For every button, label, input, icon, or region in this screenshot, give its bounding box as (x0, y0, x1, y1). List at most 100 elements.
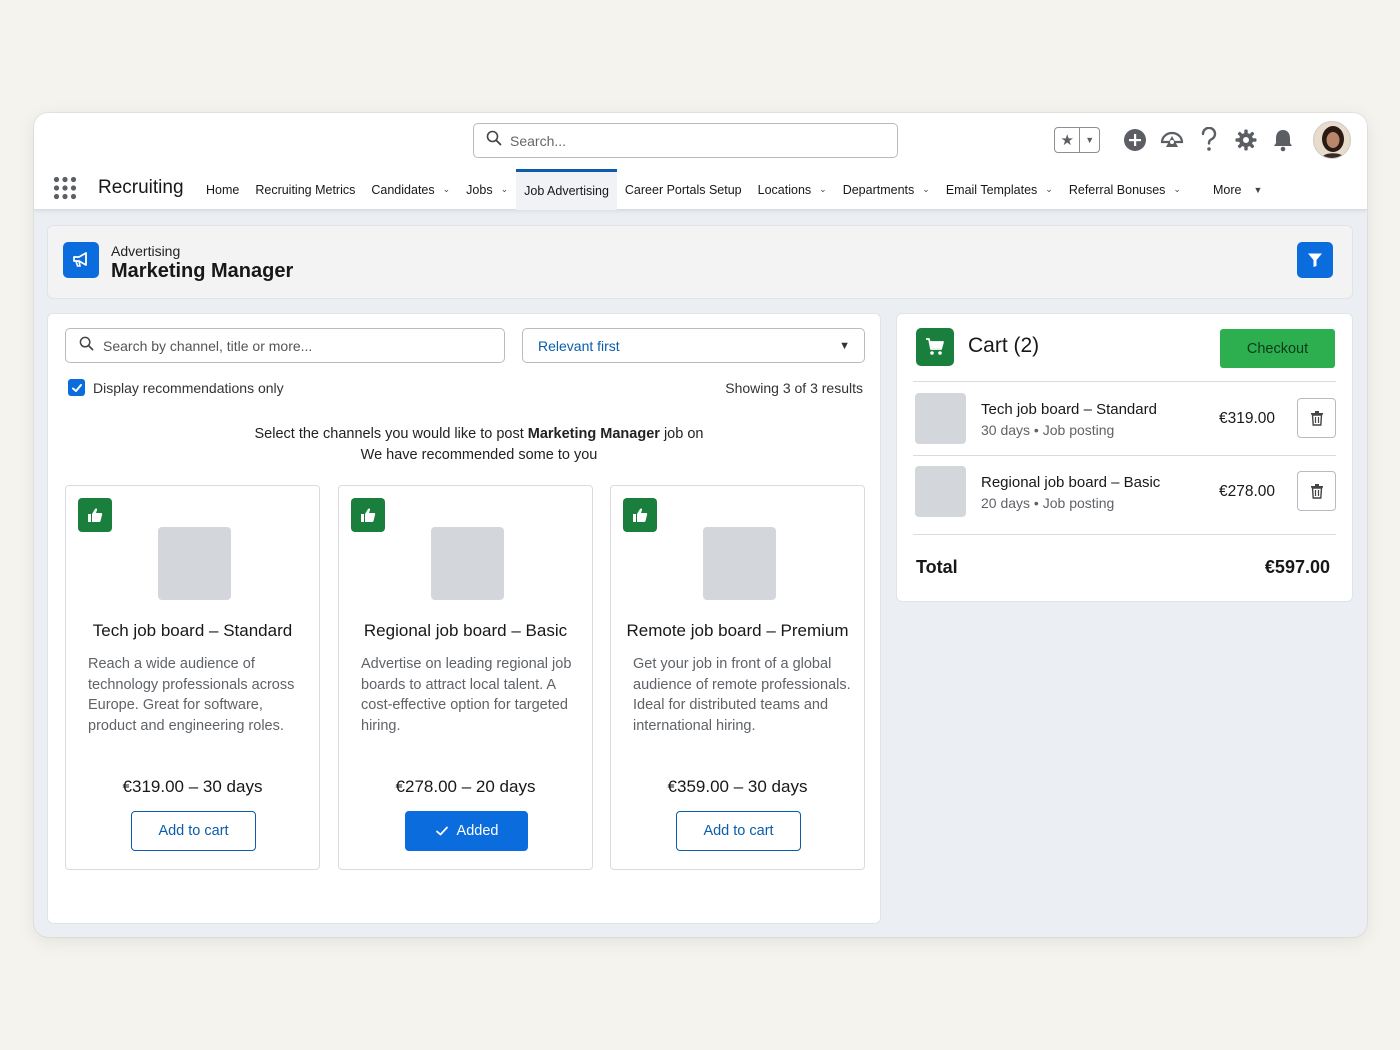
cart-item-duration: 30 days (981, 422, 1031, 438)
channel-price: €278.00 – 20 days (395, 777, 536, 796)
tab-label: Referral Bonuses (1068, 182, 1166, 197)
add-to-cart-button[interactable]: Add to cart (131, 811, 256, 851)
cart-item-name: Regional job board – Basic (981, 474, 1161, 491)
app-launcher-icon[interactable] (53, 176, 77, 205)
bell-icon[interactable] (1264, 121, 1301, 159)
checkout-button[interactable]: Checkout (1220, 329, 1335, 368)
trailhead-icon[interactable] (1153, 121, 1190, 159)
cart-item-type: Job posting (1042, 422, 1115, 438)
cart-item: Regional job board – Basic 20 days • Job… (915, 466, 1336, 518)
object-label: Advertising (111, 243, 181, 259)
intro-text: Select the channels you would like to po… (48, 424, 910, 465)
sort-select[interactable]: Relevant first ▼ (522, 328, 865, 363)
tab-label: Locations (757, 182, 812, 197)
total-label: Total (916, 557, 958, 577)
channel-description: Get your job in front of a global audien… (633, 656, 851, 734)
tab-jobs[interactable]: Jobs ⌄ (458, 169, 516, 210)
chevron-down-icon[interactable]: ⌄ (501, 184, 509, 195)
thumbs-up-icon (623, 498, 657, 532)
channel-search-input[interactable] (103, 337, 483, 354)
cart-item-price: €319.00 (1219, 410, 1276, 427)
channel-title: Regional job board – Basic (363, 621, 568, 640)
gear-icon[interactable] (1227, 121, 1264, 159)
checkbox[interactable] (68, 379, 85, 396)
filter-button[interactable] (1297, 242, 1333, 278)
cart-item-name: Tech job board – Standard (981, 401, 1157, 418)
chevron-down-icon[interactable]: ⌄ (1045, 184, 1053, 195)
caret-down-icon[interactable]: ▼ (1253, 185, 1262, 195)
chevron-down-icon[interactable]: ⌄ (1173, 184, 1181, 195)
chevron-down-icon[interactable]: ⌄ (443, 184, 451, 195)
star-icon[interactable]: ★ (1055, 128, 1081, 152)
megaphone-icon (63, 242, 99, 278)
global-header: ★ ▼ Recruiting (34, 113, 1367, 210)
cart-panel: Cart (2) Checkout Tech job board – Stand… (896, 313, 1353, 602)
button-label: Add to cart (158, 823, 229, 839)
filter-icon (1308, 253, 1322, 267)
utility-bar: ★ ▼ (1054, 121, 1351, 159)
tab-label: Jobs (466, 182, 493, 197)
add-to-cart-button[interactable]: Add to cart (676, 811, 801, 851)
cart-item-meta: 30 days • Job posting (981, 422, 1115, 438)
trash-icon (1310, 484, 1323, 499)
add-icon[interactable] (1116, 121, 1153, 159)
tab-label: Home (206, 182, 240, 197)
tab-home[interactable]: Home (198, 169, 247, 210)
global-search-box[interactable] (473, 123, 898, 158)
intro-text-part: Select the channels you would like to po… (254, 426, 528, 442)
divider (913, 381, 1336, 382)
button-label: Added (456, 823, 499, 839)
global-search-input[interactable] (510, 132, 870, 149)
cart-item: Tech job board – Standard 30 days • Job … (915, 393, 1336, 445)
divider (913, 534, 1336, 535)
recommendations-checkbox[interactable]: Display recommendations only (68, 379, 284, 396)
remove-item-button[interactable] (1297, 471, 1336, 511)
tab-candidates[interactable]: Candidates ⌄ (363, 169, 458, 210)
cart-icon (916, 328, 954, 366)
chevron-down-icon[interactable]: ⌄ (922, 184, 930, 195)
nav-tabs: Home Recruiting Metrics Candidates ⌄ Jobs… (198, 169, 1270, 210)
tab-recruiting-metrics[interactable]: Recruiting Metrics (247, 169, 363, 210)
check-icon (71, 383, 82, 392)
channel-card: Tech job board – Standard Reach a wide a… (65, 485, 320, 870)
caret-down-icon: ▼ (839, 339, 850, 352)
tab-career-portals-setup[interactable]: Career Portals Setup (617, 169, 750, 210)
chevron-down-icon[interactable]: ⌄ (819, 184, 827, 195)
page-header: Advertising Marketing Manager (47, 225, 1353, 299)
results-count: Showing 3 of 3 results (725, 380, 863, 396)
channel-search-box[interactable] (65, 328, 505, 363)
favorites-button[interactable]: ★ ▼ (1054, 127, 1100, 153)
intro-job-name: Marketing Manager (527, 426, 660, 442)
tab-label: Career Portals Setup (624, 182, 742, 197)
tab-email-templates[interactable]: Email Templates ⌄ (938, 169, 1061, 210)
channel-panel: Relevant first ▼ Display recommendations… (47, 313, 881, 924)
intro-text-part: job on (659, 426, 704, 442)
thumbs-up-icon (351, 498, 385, 532)
channel-description: Reach a wide audience of technology prof… (88, 656, 295, 734)
tab-referral-bonuses[interactable]: Referral Bonuses ⌄ (1061, 169, 1189, 210)
remove-item-button[interactable] (1297, 398, 1336, 438)
search-icon (79, 336, 94, 356)
tab-label: More (1212, 182, 1242, 197)
tab-label: Departments (842, 182, 915, 197)
total-value: €597.00 (1264, 557, 1330, 577)
tab-more[interactable]: More ▼ (1205, 169, 1270, 210)
cart-item-image (915, 393, 966, 444)
channel-description: Advertise on leading regional job boards… (361, 656, 572, 734)
button-label: Add to cart (703, 823, 774, 839)
channel-title: Tech job board – Standard (92, 621, 293, 640)
tab-departments[interactable]: Departments ⌄ (835, 169, 938, 210)
cart-item-image (915, 466, 966, 517)
tab-job-advertising[interactable]: Job Advertising (516, 169, 617, 210)
app-name: Recruiting (98, 177, 184, 198)
added-button[interactable]: Added (405, 811, 528, 851)
channel-price: €319.00 – 30 days (122, 777, 263, 796)
avatar[interactable] (1313, 121, 1351, 159)
app-window: ★ ▼ Recruiting (34, 113, 1367, 937)
chevron-down-icon[interactable]: ▼ (1080, 128, 1099, 152)
check-icon (435, 826, 448, 836)
help-icon[interactable] (1190, 121, 1227, 159)
tab-locations[interactable]: Locations ⌄ (750, 169, 835, 210)
tab-label: Job Advertising (524, 184, 609, 198)
cart-item-meta: 20 days • Job posting (981, 495, 1115, 511)
